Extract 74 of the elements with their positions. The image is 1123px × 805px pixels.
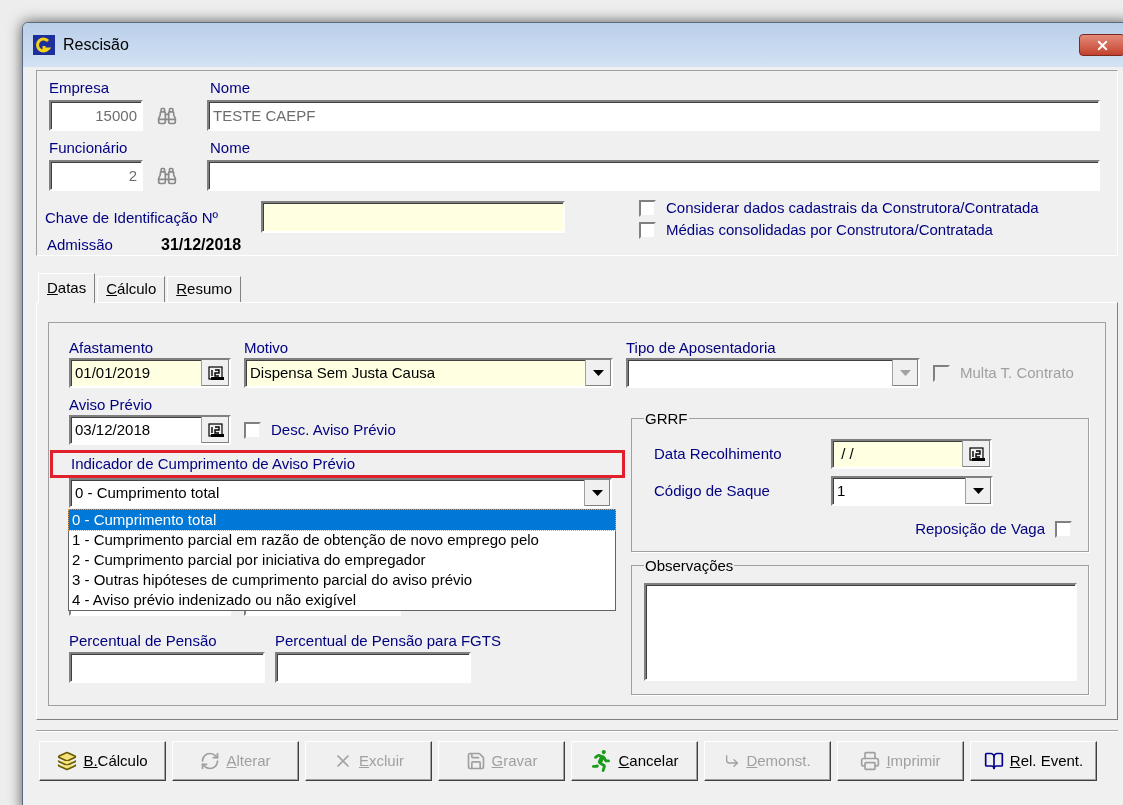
field-label: Funcionário bbox=[49, 139, 129, 157]
save-icon bbox=[465, 751, 486, 771]
corner-arrow-icon bbox=[724, 753, 741, 769]
field-label: Admissão bbox=[47, 236, 114, 254]
checkbox[interactable] bbox=[639, 199, 656, 217]
field-label: Chave de Identificação Nº bbox=[45, 209, 220, 227]
date-field[interactable]: 01/01/2019 bbox=[69, 358, 231, 388]
company-code-field[interactable]: 15000 bbox=[49, 100, 143, 131]
dropdown-option[interactable]: 0 - Cumprimento total bbox=[69, 510, 615, 530]
field-label: Tipo de Aposentadoria bbox=[626, 339, 777, 357]
dropdown-option[interactable]: 4 - Aviso prévio indenizado ou não exigível bbox=[69, 590, 615, 610]
date-field[interactable]: / / bbox=[831, 439, 992, 469]
calendar-icon bbox=[207, 422, 224, 438]
field-label: Código de Saque bbox=[654, 482, 771, 500]
field-label: Percentual de Pensão para FGTS bbox=[275, 632, 501, 650]
field-label: Afastamento bbox=[69, 339, 155, 357]
checkbox-label: Considerar dados cadastrais da Construtora/Contratada bbox=[666, 199, 1039, 217]
date-field[interactable]: 03/12/2018 bbox=[69, 415, 231, 445]
binoculars-icon[interactable] bbox=[157, 105, 177, 126]
pension-percent-field[interactable] bbox=[69, 652, 265, 683]
fgts-pension-field[interactable] bbox=[275, 652, 471, 683]
dropdown-field[interactable]: Dispensa Sem Justa Causa bbox=[244, 358, 613, 388]
caret-icon bbox=[593, 370, 604, 376]
field-label: Motivo bbox=[244, 339, 290, 357]
caret-icon bbox=[900, 370, 911, 376]
employee-code-field[interactable]: 2 bbox=[49, 160, 143, 191]
checkbox-label: Reposição de Vaga bbox=[915, 520, 1045, 538]
close-button[interactable] bbox=[1079, 34, 1123, 56]
toolbar-button[interactable]: Cancelar bbox=[571, 741, 698, 781]
calendar-button[interactable] bbox=[201, 417, 229, 443]
checkbox-label: Desc. Aviso Prévio bbox=[271, 421, 396, 439]
field-label: Empresa bbox=[49, 79, 111, 97]
identification-key-field[interactable] bbox=[261, 201, 565, 233]
calendar-icon bbox=[968, 446, 985, 462]
window-title: Rescisão bbox=[63, 35, 130, 55]
field-label: Percentual de Pensão bbox=[69, 632, 218, 650]
tab[interactable]: Resumo bbox=[167, 276, 242, 302]
dropdown-field[interactable]: 1 bbox=[831, 476, 993, 506]
printer-icon bbox=[860, 751, 881, 771]
calendar-icon bbox=[207, 365, 224, 381]
app-logo-icon bbox=[33, 35, 55, 55]
dropdown-button[interactable] bbox=[965, 478, 991, 504]
notes-field[interactable] bbox=[644, 583, 1077, 681]
dropdown-option[interactable]: 1 - Cumprimento parcial em razão de obtenção de novo emprego pelo bbox=[69, 530, 615, 550]
dropdown-button[interactable] bbox=[585, 360, 611, 386]
caret-icon bbox=[973, 488, 984, 494]
dropdown-button[interactable] bbox=[584, 480, 610, 506]
tab[interactable]: Datas bbox=[38, 273, 96, 303]
calendar-button[interactable] bbox=[201, 360, 229, 386]
dropdown-option[interactable]: 3 - Outras hipóteses de cumprimento parcial do aviso prévio bbox=[69, 570, 615, 590]
field-label: Nome bbox=[210, 139, 250, 157]
toolbar-button[interactable]: Rel. Event. bbox=[970, 741, 1097, 781]
running-person-icon bbox=[590, 750, 613, 772]
checkbox-label: Médias consolidadas por Construtora/Contratada bbox=[666, 221, 993, 239]
employee-name-field[interactable] bbox=[207, 160, 1100, 191]
admission-date: 31/12/2018 bbox=[161, 235, 242, 255]
checkbox[interactable] bbox=[1055, 520, 1072, 538]
caret-icon bbox=[592, 490, 603, 496]
field-label: Indicador de Cumprimento de Aviso Prévio bbox=[71, 455, 356, 473]
binoculars-icon[interactable] bbox=[157, 165, 177, 186]
checkbox[interactable] bbox=[244, 421, 261, 439]
field-label: Data Recolhimento bbox=[654, 445, 783, 463]
dropdown-field[interactable]: 0 - Cumprimento total bbox=[69, 478, 612, 508]
refresh-icon bbox=[200, 751, 221, 771]
toolbar-button[interactable]: B.Cálculo bbox=[39, 741, 166, 781]
dropdown-option[interactable]: 2 - Cumprimento parcial por iniciativa do empregador bbox=[69, 550, 615, 570]
checkbox-label: Multa T. Contrato bbox=[960, 362, 1074, 383]
field-label: Nome bbox=[210, 79, 250, 97]
tab[interactable]: Cálculo bbox=[97, 276, 166, 302]
company-name-field[interactable]: TESTE CAEPF bbox=[207, 100, 1100, 131]
calendar-button[interactable] bbox=[962, 441, 990, 467]
field-label: Aviso Prévio bbox=[69, 396, 154, 414]
checkbox[interactable] bbox=[639, 221, 656, 239]
open-book-icon bbox=[983, 751, 1004, 771]
